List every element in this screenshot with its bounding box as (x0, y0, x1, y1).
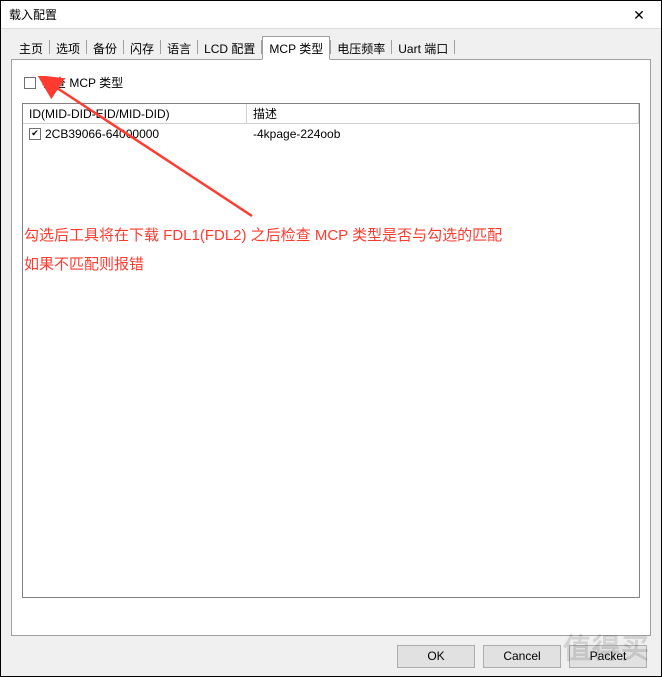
window-title: 载入配置 (9, 6, 57, 23)
tab-backup[interactable]: 备份 (87, 37, 123, 59)
check-mcp-label: 检查 MCP 类型 (42, 74, 123, 91)
packet-button[interactable]: Packet (569, 645, 647, 668)
tab-language[interactable]: 语言 (161, 37, 197, 59)
cell-id-text: 2CB39066-64000000 (45, 127, 159, 141)
table-header: ID(MID-DID-EID/MID-DID) 描述 (23, 104, 639, 124)
row-checkbox[interactable] (29, 128, 41, 140)
col-header-id[interactable]: ID(MID-DID-EID/MID-DID) (23, 104, 247, 123)
check-mcp-row: 检查 MCP 类型 (24, 74, 640, 91)
dialog-window: 载入配置 ✕ 主页 选项 备份 闪存 语言 LCD 配置 MCP 类型 电压频率… (0, 0, 662, 677)
dialog-buttons: OK Cancel Packet (11, 636, 651, 670)
col-header-desc[interactable]: 描述 (247, 104, 639, 123)
cancel-button[interactable]: Cancel (483, 645, 561, 668)
table-row[interactable]: 2CB39066-64000000 -4kpage-224oob (23, 124, 639, 143)
tab-separator (454, 40, 455, 54)
check-mcp-checkbox[interactable] (24, 77, 36, 89)
mcp-table: ID(MID-DID-EID/MID-DID) 描述 2CB39066-6400… (22, 103, 640, 598)
ok-button[interactable]: OK (397, 645, 475, 668)
title-bar: 载入配置 ✕ (1, 1, 661, 29)
tab-panel-mcp: 检查 MCP 类型 ID(MID-DID-EID/MID-DID) 描述 2CB… (11, 59, 651, 636)
tab-lcd-config[interactable]: LCD 配置 (198, 37, 261, 59)
tab-mcp-type[interactable]: MCP 类型 (262, 36, 330, 60)
tab-options[interactable]: 选项 (50, 37, 86, 59)
tab-uart-port[interactable]: Uart 端口 (392, 37, 454, 59)
tab-main[interactable]: 主页 (13, 37, 49, 59)
tab-flash[interactable]: 闪存 (124, 37, 160, 59)
client-area: 主页 选项 备份 闪存 语言 LCD 配置 MCP 类型 电压频率 Uart 端… (1, 29, 661, 676)
cell-desc: -4kpage-224oob (247, 127, 639, 141)
tab-voltage-freq[interactable]: 电压频率 (331, 37, 391, 59)
cell-id: 2CB39066-64000000 (23, 127, 247, 141)
close-button[interactable]: ✕ (617, 1, 661, 29)
tab-strip: 主页 选项 备份 闪存 语言 LCD 配置 MCP 类型 电压频率 Uart 端… (13, 37, 651, 59)
close-icon: ✕ (633, 8, 645, 22)
